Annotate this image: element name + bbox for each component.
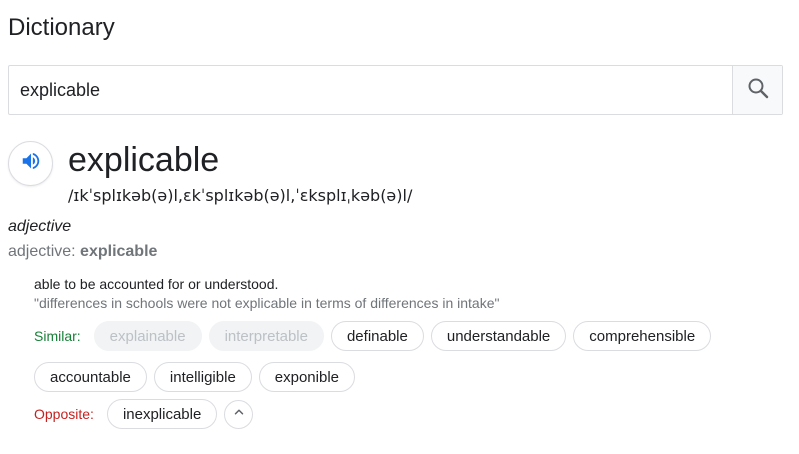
word-form-prefix: adjective: [8, 243, 81, 260]
collapse-button[interactable] [224, 399, 254, 429]
synonym-chip: explainable [93, 321, 202, 351]
search-icon [746, 76, 770, 105]
synonym-chip[interactable]: comprehensible [573, 321, 712, 351]
part-of-speech: adjective [8, 218, 72, 235]
page-title: Dictionary [8, 14, 115, 41]
speaker-icon [20, 150, 42, 177]
chevron-up-icon [232, 405, 246, 424]
search-bar [8, 65, 783, 115]
similar-row-continued: accountable intelligible exponible [34, 362, 362, 392]
similar-label: Similar: [34, 328, 81, 344]
search-button[interactable] [732, 66, 782, 114]
opposite-label: Opposite: [34, 406, 94, 422]
similar-row: Similar: explainable interpretable defin… [34, 321, 718, 351]
synonym-chip: interpretable [208, 321, 324, 351]
opposite-row: Opposite: inexplicable [34, 399, 254, 429]
antonym-chip[interactable]: inexplicable [106, 399, 218, 429]
word-form: adjective: explicable [8, 243, 157, 261]
definition: able to be accounted for or understood. [34, 276, 279, 292]
example-sentence: "differences in schools were not explica… [34, 295, 500, 311]
headword: explicable [68, 141, 220, 179]
phonetic-transcription: /ɪkˈsplɪkəb(ə)l,ɛkˈsplɪkəb(ə)l,ˈɛksplɪˌk… [68, 186, 413, 205]
pronunciation-audio-button[interactable] [8, 141, 53, 186]
search-input[interactable] [9, 66, 732, 114]
synonym-chip[interactable]: intelligible [153, 362, 252, 392]
synonym-chip[interactable]: exponible [258, 362, 355, 392]
word-form-word: explicable [80, 243, 158, 260]
synonym-chip[interactable]: accountable [34, 362, 147, 392]
synonym-chip[interactable]: understandable [430, 321, 567, 351]
synonym-chip[interactable]: definable [330, 321, 424, 351]
